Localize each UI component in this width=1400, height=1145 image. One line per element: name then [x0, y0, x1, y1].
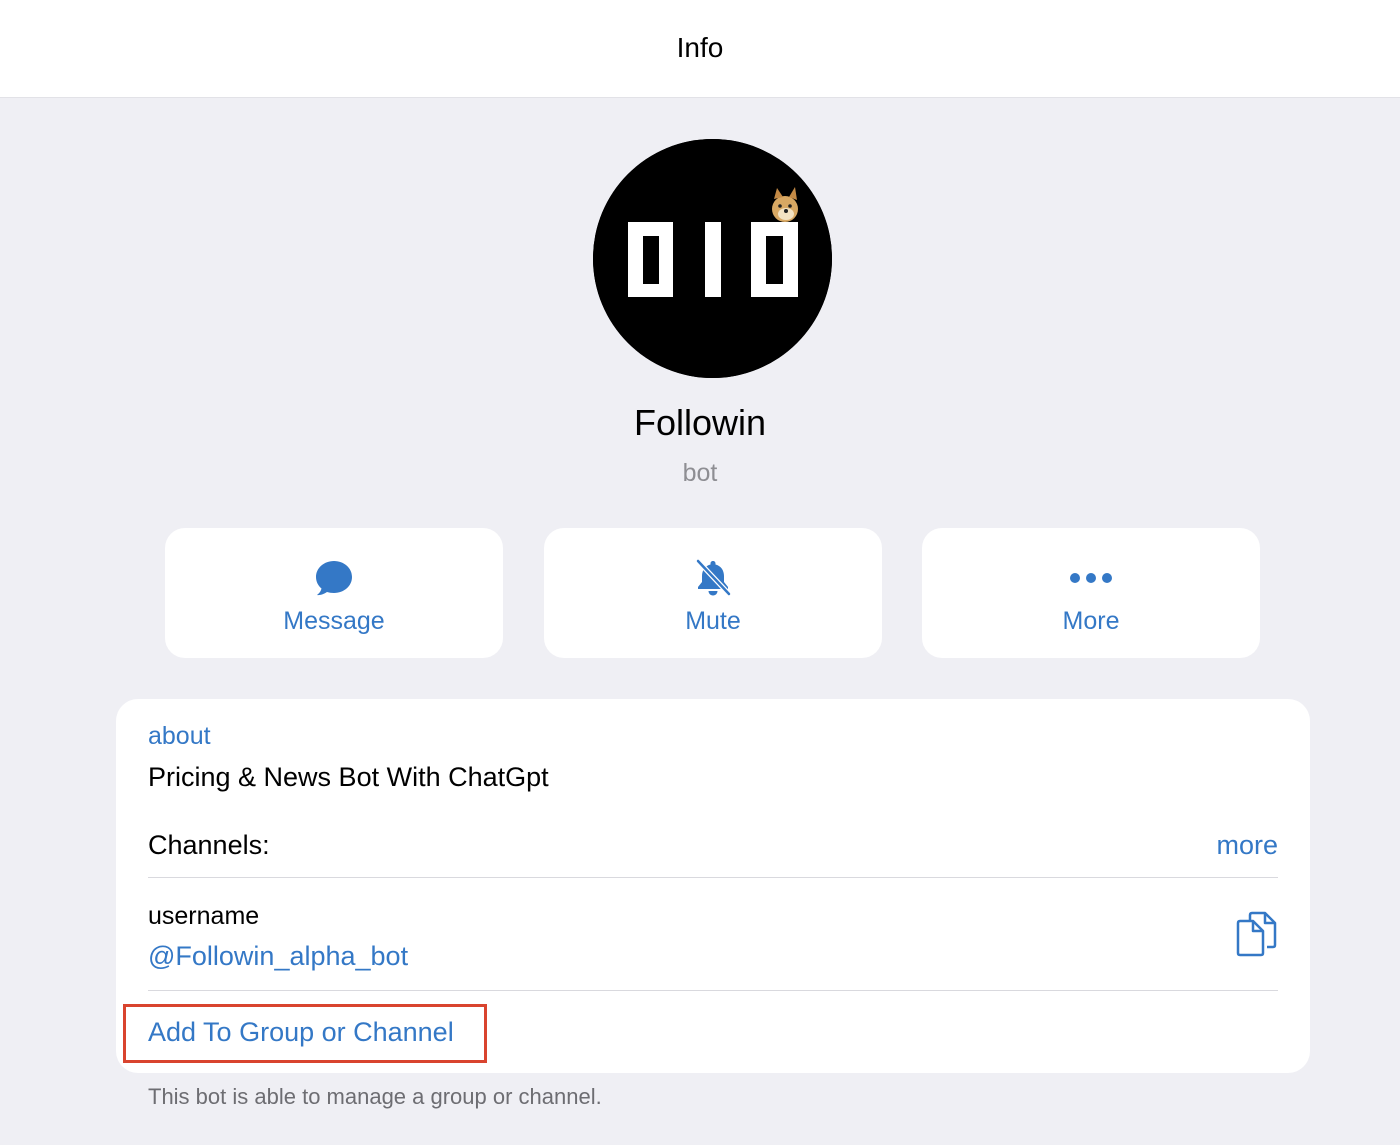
header-title: Info [676, 32, 724, 63]
add-to-group-button[interactable]: Add To Group or Channel [148, 1016, 454, 1048]
message-button[interactable]: Message [165, 528, 503, 658]
profile-subtitle: bot [682, 459, 718, 487]
username-label: username [148, 902, 260, 930]
info-card: about Pricing & News Bot With ChatGpt Ch… [116, 699, 1310, 1073]
username-link[interactable]: @Followin_alpha_bot [148, 940, 408, 972]
footer-note: This bot is able to manage a group or ch… [148, 1084, 602, 1109]
ellipsis-icon [1070, 573, 1112, 583]
divider [148, 990, 1278, 991]
message-bubble-icon [316, 561, 352, 596]
copy-icon[interactable] [1234, 911, 1278, 957]
divider [148, 877, 1278, 878]
mute-button[interactable]: Mute [544, 528, 882, 658]
bot-avatar[interactable] [593, 139, 832, 378]
mute-button-label: Mute [685, 607, 741, 635]
more-button[interactable]: More [922, 528, 1260, 658]
about-value: Pricing & News Bot With ChatGpt [148, 762, 549, 792]
followin-logo-icon [593, 139, 832, 378]
profile-name: Followin [633, 402, 767, 443]
about-label: about [148, 722, 211, 750]
more-button-label: More [1062, 607, 1120, 635]
channels-more-link[interactable]: more [1216, 829, 1278, 861]
message-button-label: Message [283, 607, 385, 635]
nav-header: Info [0, 0, 1400, 98]
bell-slash-icon [695, 558, 732, 597]
channels-label: Channels: [148, 830, 270, 860]
